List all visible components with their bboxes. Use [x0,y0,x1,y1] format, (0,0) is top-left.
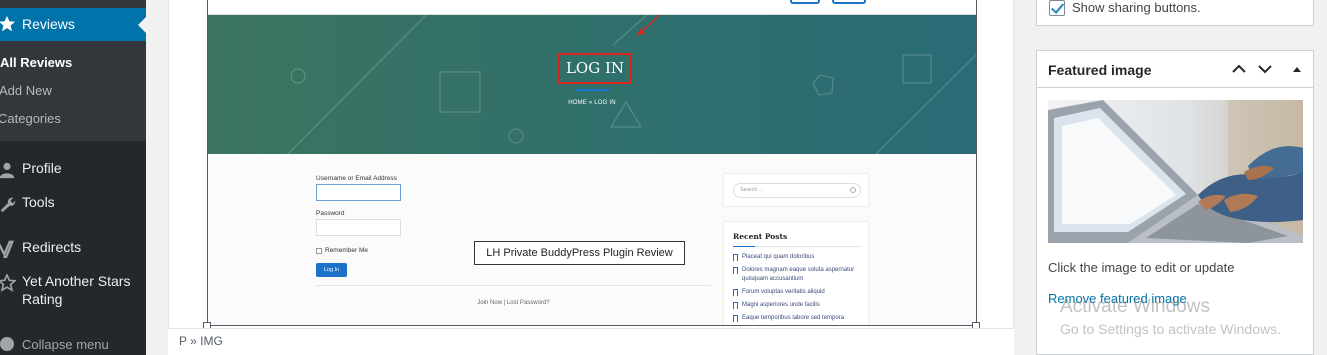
menu-item-reviews-label: Reviews [22,16,75,32]
menu-item-redirects-label: Redirects [22,239,82,255]
user-icon [0,162,15,179]
bookmark-icon [733,289,738,296]
recent-post: Dolores magnam eaque soluta aspernatur q… [733,266,863,284]
image-caption-label: LH Private BuddyPress Plugin Review [474,241,685,265]
username-label: Username or Email Address [316,175,397,182]
hero-title-underline [576,89,610,91]
hero-decoration-shapes [287,15,976,154]
star-outline-icon [0,274,16,292]
recent-post: Forum voluptas veritatis aliquid [733,288,863,297]
bookmark-icon [733,302,738,309]
menu-item-reviews[interactable]: Reviews [0,8,146,41]
menu-item-profile-label: Profile [22,160,62,176]
recent-post: Eaque temporibus labore sed tempora [733,314,863,323]
star-icon [0,15,16,32]
collapse-triangle-icon[interactable] [1289,61,1305,77]
embedded-page-body: Username or Email Address Password Remem… [208,154,976,325]
username-field [316,184,401,201]
menu-item-yasr-label: Yet Another Stars Rating [22,273,131,307]
embedded-header-button [832,0,866,4]
bookmark-icon [733,267,738,274]
active-menu-pointer [138,17,146,33]
login-button: Log In [316,263,347,277]
collapse-menu-label: Collapse menu [22,337,109,352]
recent-posts-widget: Recent Posts Placeat qui quam doloribus … [723,221,869,325]
admin-sidebar: Reviews All Reviews Add New Categories P… [0,0,146,355]
submenu-add-new[interactable]: Add New [0,83,52,98]
search-widget: Search ... [723,173,869,207]
embedded-header-button [790,0,820,4]
chevron-up-icon[interactable] [1231,61,1247,77]
sidebar-top-strip [0,0,146,8]
form-divider [316,285,711,286]
yoast-icon [0,240,15,258]
menu-item-tools-label: Tools [22,194,55,210]
remember-label: Remember Me [325,247,368,254]
submenu-all-reviews[interactable]: All Reviews [0,55,72,70]
show-sharing-checkbox[interactable] [1049,0,1065,16]
featured-image-title: Featured image [1048,62,1152,78]
selected-image[interactable]: LOG IN HOME » LOG IN Username or Email A… [207,0,977,326]
hero-breadcrumb: HOME » LOG IN [568,100,616,106]
featured-image-header: Featured image [1037,51,1313,88]
featured-image-edit-hint: Click the image to edit or update [1048,260,1235,275]
collapse-icon [0,337,14,351]
recent-posts-title: Recent Posts [733,232,788,241]
embedded-site-header [208,0,976,15]
featured-image-thumbnail[interactable] [1048,100,1303,243]
search-icon [850,187,856,193]
activate-windows-title: Activate Windows [1060,296,1210,317]
laptop-photo [1048,100,1303,243]
collapse-menu-button[interactable]: Collapse menu [0,335,146,355]
search-placeholder: Search ... [740,187,764,193]
element-path[interactable]: P » IMG [179,334,223,348]
bookmark-icon [733,254,738,261]
password-field [316,219,401,236]
show-sharing-label: Show sharing buttons. [1072,0,1201,15]
remember-checkbox [316,248,322,254]
activate-windows-subtitle: Go to Settings to activate Windows. [1060,321,1281,337]
chevron-down-icon[interactable] [1257,61,1273,77]
recent-posts-accent [733,246,755,247]
join-links: Join Now | Lost Password? [477,300,550,306]
embedded-hero-banner: LOG IN HOME » LOG IN [208,15,976,154]
recent-post: Placeat qui quam doloribus [733,253,863,262]
recent-post: Magni asperiores unde facilis [733,301,863,310]
password-label: Password [316,210,345,217]
wrench-icon [0,197,16,213]
editor-status-bar: P » IMG [168,328,1014,355]
search-field: Search ... [733,183,861,198]
reviews-submenu: All Reviews Add New Categories [0,41,146,141]
hero-title: LOG IN [558,53,632,84]
submenu-categories[interactable]: Categories [0,111,61,126]
sharing-panel: Show sharing buttons. [1036,0,1314,26]
bookmark-icon [733,315,738,322]
